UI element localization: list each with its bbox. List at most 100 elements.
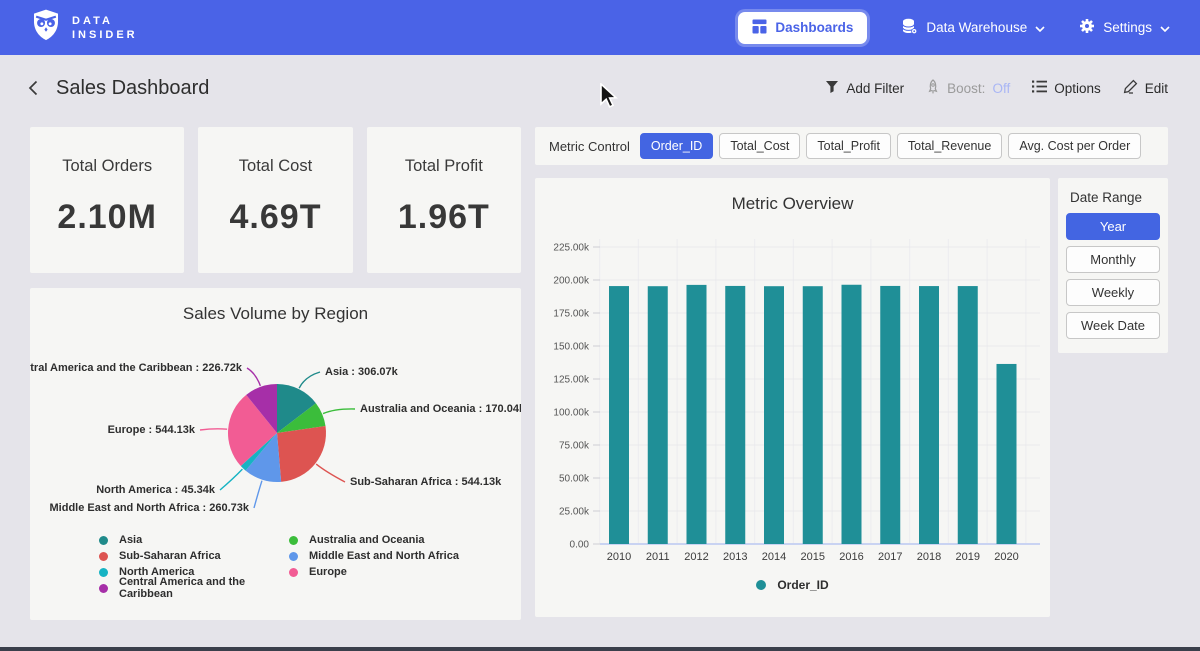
- pie-chart-card: Sales Volume by Region Asia : 306.07kAus…: [30, 288, 521, 620]
- y-axis-tick-label: 50.00k: [559, 474, 590, 485]
- pie-label-asia: Asia : 306.07k: [325, 366, 399, 378]
- add-filter-button[interactable]: Add Filter: [825, 80, 904, 97]
- y-axis-tick-label: 125.00k: [553, 375, 590, 386]
- bar-2013[interactable]: [725, 286, 745, 544]
- legend-label: Asia: [119, 534, 142, 546]
- legend-item-middle-east-and-north-africa[interactable]: Middle East and North Africa: [289, 548, 459, 564]
- pie-leader-line: [316, 464, 345, 482]
- window-bottom-edge: [0, 647, 1200, 651]
- bar-2017[interactable]: [880, 286, 900, 544]
- rocket-icon: [926, 79, 940, 97]
- sales-dashboard-page: DATA INSIDER Dashboards: [0, 0, 1200, 651]
- pie-leader-line: [247, 368, 260, 386]
- pie-leader-line: [299, 372, 320, 388]
- legend-label: Order_ID: [777, 578, 828, 592]
- page-title: Sales Dashboard: [56, 77, 209, 100]
- legend-item-central-america-and-the-caribbean[interactable]: Central America and the Caribbean: [99, 580, 289, 596]
- bar-chart-card: Metric Overview 0.0025.00k50.00k75.00k10…: [535, 178, 1050, 617]
- pie-label-north-america: North America : 45.34k: [96, 484, 216, 496]
- owl-logo-icon: [30, 8, 62, 47]
- bar-2014[interactable]: [764, 286, 784, 544]
- chevron-down-icon: [1035, 20, 1045, 35]
- date-range-option-weekly[interactable]: Weekly: [1066, 279, 1160, 306]
- gear-icon: [1079, 18, 1095, 37]
- x-axis-label: 2017: [878, 551, 902, 563]
- legend-item-sub-saharan-africa[interactable]: Sub-Saharan Africa: [99, 548, 289, 564]
- bar-2018[interactable]: [919, 286, 939, 544]
- bar-2012[interactable]: [687, 285, 707, 544]
- metric-control-bar: Metric Control Order_IDTotal_CostTotal_P…: [535, 127, 1168, 165]
- back-button[interactable]: [28, 80, 38, 96]
- y-axis-tick-label: 200.00k: [553, 276, 590, 287]
- kpi-value: 2.10M: [30, 198, 184, 237]
- pie-label-central-america-and-the-caribbean: Central America and the Caribbean : 226.…: [30, 362, 243, 374]
- pie-label-middle-east-and-north-africa: Middle East and North Africa : 260.73k: [50, 502, 250, 514]
- bar-2010[interactable]: [609, 286, 629, 544]
- top-navbar: DATA INSIDER Dashboards: [0, 0, 1200, 55]
- x-axis-label: 2020: [994, 551, 1018, 563]
- bar-2015[interactable]: [803, 286, 823, 544]
- edit-button[interactable]: Edit: [1123, 79, 1168, 97]
- database-icon: [901, 18, 918, 38]
- metric-option-avg-cost-per-order[interactable]: Avg. Cost per Order: [1008, 133, 1141, 159]
- bar-chart-legend: Order_ID: [535, 578, 1050, 592]
- kpi-card-total-cost: Total Cost4.69T: [198, 127, 352, 273]
- options-button[interactable]: Options: [1032, 80, 1101, 96]
- legend-label: Europe: [309, 566, 347, 578]
- legend-dot: [289, 568, 298, 577]
- pie-leader-line: [323, 409, 355, 414]
- legend-dot: [99, 568, 108, 577]
- x-axis-label: 2018: [917, 551, 941, 563]
- kpi-label: Total Orders: [30, 157, 184, 176]
- bar-2016[interactable]: [842, 285, 862, 544]
- legend-item-europe[interactable]: Europe: [289, 564, 459, 580]
- legend-dot: [99, 552, 108, 561]
- date-range-option-monthly[interactable]: Monthly: [1066, 246, 1160, 273]
- bar-2020[interactable]: [997, 364, 1017, 544]
- x-axis-label: 2016: [839, 551, 863, 563]
- kpi-card-total-profit: Total Profit1.96T: [367, 127, 521, 273]
- y-axis-tick-label: 225.00k: [553, 243, 590, 254]
- kpi-value: 4.69T: [198, 198, 352, 237]
- data-warehouse-menu[interactable]: Data Warehouse: [901, 18, 1045, 38]
- boost-toggle[interactable]: Boost: Off: [926, 79, 1010, 97]
- y-axis-tick-label: 100.00k: [553, 408, 590, 419]
- pie-leader-line: [200, 429, 227, 430]
- dashboards-button[interactable]: Dashboards: [738, 12, 867, 44]
- bar-2011[interactable]: [648, 286, 668, 544]
- x-axis-label: 2014: [762, 551, 786, 563]
- logo-text: DATA INSIDER: [72, 14, 138, 42]
- boost-state: Off: [992, 81, 1010, 96]
- bar-2019[interactable]: [958, 286, 978, 544]
- metric-option-order-id[interactable]: Order_ID: [640, 133, 713, 159]
- legend-dot: [99, 584, 108, 593]
- x-axis-label: 2010: [607, 551, 631, 563]
- legend-label: Central America and the Caribbean: [119, 576, 289, 600]
- x-axis-label: 2013: [723, 551, 747, 563]
- date-range-label: Date Range: [1058, 190, 1168, 205]
- kpi-card-total-orders: Total Orders 2.10M: [30, 127, 184, 273]
- date-range-option-week-date[interactable]: Week Date: [1066, 312, 1160, 339]
- pie-slice-sub-saharan-africa[interactable]: [277, 426, 326, 482]
- filter-funnel-icon: [825, 80, 839, 97]
- list-icon: [1032, 80, 1047, 96]
- date-range-option-year[interactable]: Year: [1066, 213, 1160, 240]
- date-range-options: Year Monthly Weekly Week Date: [1058, 213, 1168, 339]
- y-axis-tick-label: 150.00k: [553, 342, 590, 353]
- kpi-row: Total Orders 2.10M Total Cost4.69TTotal Pr…: [30, 127, 521, 273]
- metric-option-total-profit[interactable]: Total_Profit: [806, 133, 891, 159]
- pie-label-europe: Europe : 544.13k: [108, 424, 196, 436]
- metric-options: Order_IDTotal_CostTotal_ProfitTotal_Reve…: [640, 133, 1141, 159]
- metric-option-total-cost[interactable]: Total_Cost: [719, 133, 800, 159]
- legend-dot: [756, 580, 766, 590]
- settings-menu[interactable]: Settings: [1079, 18, 1170, 37]
- legend-item-australia-and-oceania[interactable]: Australia and Oceania: [289, 532, 459, 548]
- bar-chart: 0.0025.00k50.00k75.00k100.00k125.00k150.…: [535, 178, 1050, 573]
- pie-label-sub-saharan-africa: Sub-Saharan Africa : 544.13k: [350, 476, 502, 488]
- metric-option-total-revenue[interactable]: Total_Revenue: [897, 133, 1002, 159]
- logo[interactable]: DATA INSIDER: [30, 8, 138, 47]
- pencil-icon: [1123, 79, 1138, 97]
- pie-label-australia-and-oceania: Australia and Oceania : 170.04k: [360, 403, 521, 415]
- chevron-down-icon: [1160, 20, 1170, 35]
- legend-item-asia[interactable]: Asia: [99, 532, 289, 548]
